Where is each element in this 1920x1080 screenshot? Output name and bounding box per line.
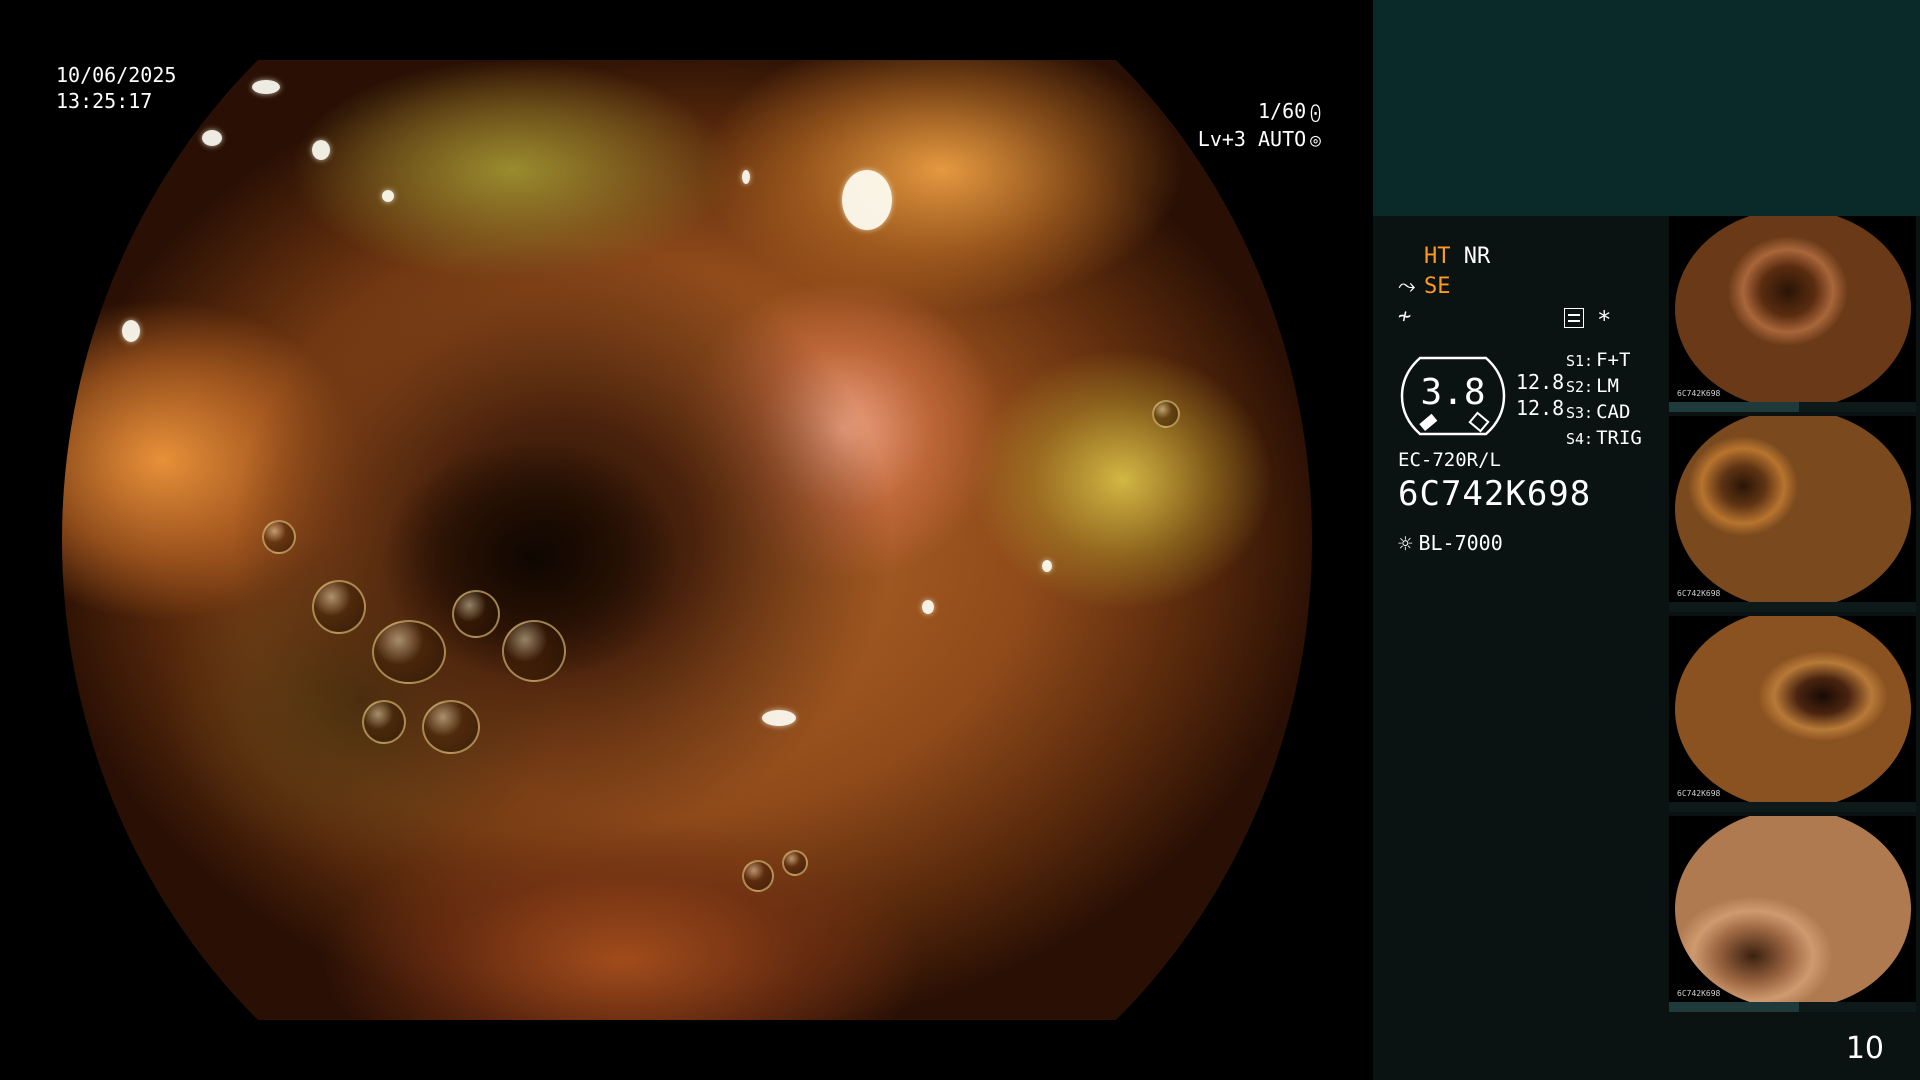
- filter-icon: ≁: [1398, 304, 1412, 329]
- star-marker: *: [1597, 306, 1612, 334]
- highlight: [742, 170, 750, 184]
- thumbnail-image: [1675, 616, 1911, 802]
- mode-ht-label: HT: [1424, 244, 1451, 269]
- shutter-readout: 1/60 ⨀: [1258, 98, 1321, 126]
- exposure-level-readout: Lv+3 AUTO ◎: [1198, 126, 1321, 154]
- bubble: [502, 620, 566, 682]
- gauge-sub-value-2: 12.8: [1516, 396, 1565, 420]
- gauge-marker-right: [1468, 411, 1490, 433]
- thumbnail-caption: 6C742K698: [1677, 389, 1721, 398]
- bubble: [372, 620, 446, 684]
- highlight: [122, 320, 140, 342]
- bubble: [422, 700, 480, 754]
- highlight: [252, 80, 280, 94]
- mode-nr-label: NR: [1463, 244, 1491, 269]
- switch-value: CAD: [1596, 401, 1631, 423]
- datetime-readout: 10/06/2025 13:25:17: [56, 62, 176, 114]
- thumbnail-status-bar: [1669, 802, 1916, 812]
- mode-se-label: SE: [1424, 274, 1451, 299]
- capture-thumbnail-2[interactable]: 6C742K698: [1669, 416, 1916, 612]
- thumbnail-caption: 6C742K698: [1677, 989, 1721, 998]
- switch-key: S2:: [1566, 378, 1594, 396]
- switch-key: S1:: [1566, 352, 1594, 370]
- level-text: Lv+3 AUTO: [1197, 127, 1307, 151]
- thumbnail-status-bar: [1669, 1002, 1916, 1012]
- page-number: 10: [1845, 1031, 1884, 1066]
- switch-row: S3: CAD: [1566, 400, 1642, 426]
- highlight: [382, 190, 394, 202]
- structure-enhance-icon: ⤳: [1398, 274, 1416, 299]
- time-text: 13:25:17: [56, 89, 153, 113]
- switch-value: LM: [1596, 375, 1619, 397]
- shutter-text: 1/60: [1257, 99, 1307, 123]
- mode-row-se: ⤳ SE: [1398, 274, 1451, 299]
- thumbnail-status-bar: [1669, 602, 1916, 612]
- memo-icon: [1564, 308, 1584, 328]
- scope-model: EC-720R/L: [1398, 449, 1501, 471]
- highlight: [202, 130, 222, 146]
- highlight: [762, 710, 796, 726]
- highlight: [922, 600, 934, 614]
- thumbnail-status-fill: [1669, 1002, 1799, 1012]
- thumbnail-status-fill: [1669, 402, 1799, 412]
- bubble: [312, 580, 366, 634]
- bubble: [452, 590, 500, 638]
- switch-value: F+T: [1596, 349, 1631, 371]
- bubble: [1152, 400, 1180, 428]
- bubble: [262, 520, 296, 554]
- thumbnail-caption: 6C742K698: [1677, 789, 1721, 798]
- gauge-marker-left: [1419, 413, 1438, 431]
- mode-row-f: ≁: [1398, 304, 1424, 329]
- scope-serial: 6C742K698: [1398, 474, 1592, 514]
- thumbnail-image: [1675, 216, 1911, 402]
- iris-icon: ⨀: [1310, 102, 1321, 123]
- capture-thumbnail-3[interactable]: 6C742K698: [1669, 616, 1916, 812]
- switch-row: S4: TRIG: [1566, 426, 1642, 452]
- gauge-value: 3.8: [1420, 372, 1486, 413]
- light-source-label: BL-7000: [1418, 531, 1503, 555]
- endoscope-live-image: [62, 60, 1312, 1020]
- thumbnail-caption: 6C742K698: [1677, 589, 1721, 598]
- bubble: [742, 860, 774, 892]
- switch-key: S3:: [1566, 404, 1594, 422]
- thumbnail-image: [1675, 416, 1911, 602]
- capture-thumbnail-1[interactable]: 6C742K698: [1669, 216, 1916, 412]
- mode-row-ht-nr: HT NR: [1424, 244, 1490, 269]
- light-source-row: ☼ BL-7000: [1398, 530, 1503, 558]
- switch-value: TRIG: [1596, 427, 1642, 449]
- capture-thumbnail-4[interactable]: 6C742K698: [1669, 816, 1916, 1012]
- highlight: [842, 170, 892, 230]
- bubble: [782, 850, 808, 876]
- bubble: [362, 700, 406, 744]
- highlight: [312, 140, 330, 160]
- top-info-panel: [1373, 0, 1920, 216]
- switch-assignment-list: S1: F+T S2: LM S3: CAD S4: TRIG: [1566, 348, 1642, 452]
- gauge-sub-value-1: 12.8: [1516, 370, 1565, 394]
- switch-key: S4:: [1566, 430, 1594, 448]
- light-source-icon: ☼: [1398, 530, 1413, 558]
- thumbnail-status-bar: [1669, 402, 1916, 412]
- switch-row: S2: LM: [1566, 374, 1642, 400]
- switch-row: S1: F+T: [1566, 348, 1642, 374]
- date-text: 10/06/2025: [56, 63, 177, 87]
- highlight: [1042, 560, 1052, 572]
- auto-exposure-icon: ◎: [1310, 130, 1321, 151]
- thumbnail-image: [1675, 816, 1911, 1002]
- endoscope-main-view: 10/06/2025 13:25:17 1/60 ⨀ Lv+3 AUTO ◎: [0, 0, 1373, 1080]
